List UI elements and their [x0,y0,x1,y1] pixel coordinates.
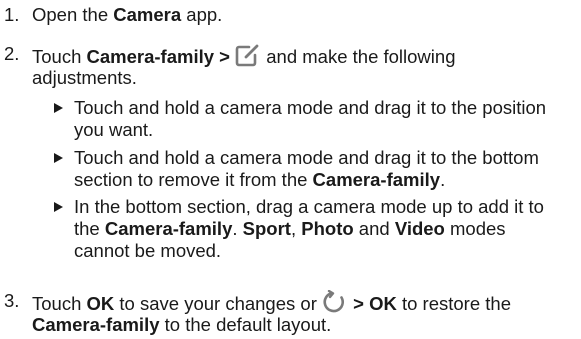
bullet-arrow-icon [54,103,63,113]
step-number: 3. [4,290,20,311]
step-text-cont: adjustments. [32,67,137,88]
step-number: 2. [4,43,20,64]
camera-app-name: Camera [113,4,182,25]
step-number: 1. [4,4,20,25]
step-text-cont: Camera-family to the default layout. [32,314,332,335]
edit-icon [235,43,261,72]
step-text: Open the Camera app. [32,4,223,25]
instruction-page: 1. Open the Camera app. 2. Touch Camera-… [4,4,547,335]
bullet-arrow-icon [54,202,63,212]
bullet-arrow-icon [54,153,63,163]
